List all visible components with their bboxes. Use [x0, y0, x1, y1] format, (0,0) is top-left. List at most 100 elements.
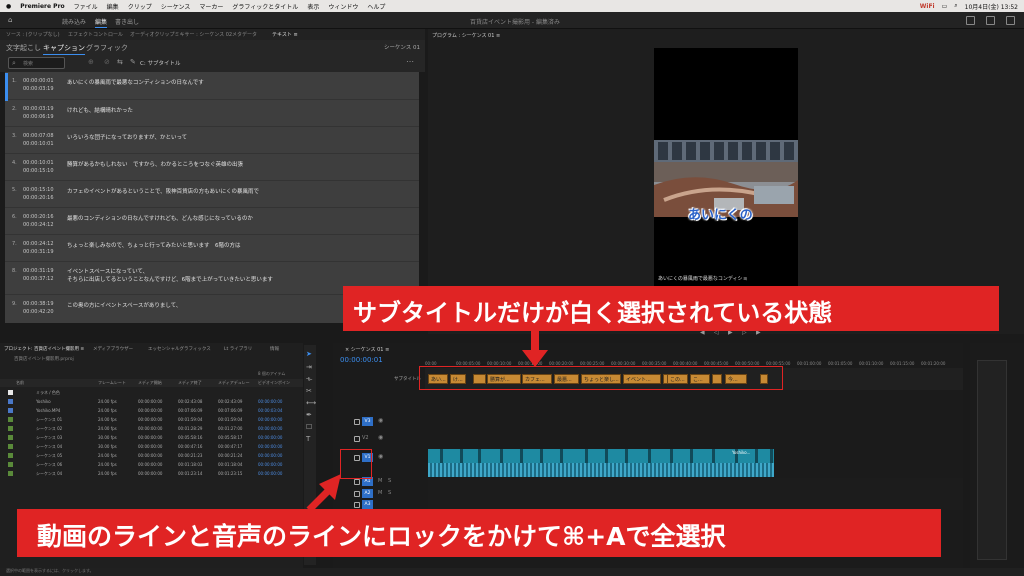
project-row[interactable]: Yoshiko 24.00 fps 00:00:00:00 00:02:43:08 00… — [0, 398, 303, 406]
caption-overlay[interactable]: あいにくの暴風雨で最悪なコンディショ — [658, 275, 748, 282]
tab-libraries[interactable]: Lt ライブラリ — [224, 346, 252, 352]
track-label[interactable]: V2 — [362, 435, 369, 441]
tab-import[interactable]: 読み込み — [62, 17, 86, 26]
style-icon[interactable]: ✎ — [130, 58, 136, 66]
home-icon[interactable]: ⌂ — [8, 16, 12, 24]
caption-text[interactable]: けれども、結構晴れかった — [67, 106, 133, 114]
tab-graphics[interactable]: グラフィック — [86, 43, 128, 53]
column-media-start[interactable]: メディア開始 — [138, 380, 162, 386]
ripple-edit-tool-icon[interactable]: ⟛ — [306, 376, 314, 383]
caption-row[interactable]: 7. 00:00:24:12 00:00:31:19 ちょっと楽しみなので、ちょ… — [5, 235, 419, 262]
program-monitor-tab[interactable]: プログラム : シーケンス 01 ≡ — [432, 32, 500, 39]
caption-row[interactable]: 6. 00:00:20:16 00:00:24:12 最悪のコンディションの日な… — [5, 208, 419, 235]
track-selector[interactable]: C: サブタイトル — [140, 59, 180, 67]
caption-out[interactable]: 00:00:06:19 — [23, 114, 54, 120]
item-name[interactable]: シーケンス 03 — [36, 435, 62, 441]
lock-icon[interactable] — [354, 491, 360, 497]
razor-tool-icon[interactable]: ✂ — [306, 388, 314, 395]
tab-audio-mixer[interactable]: オーディオクリップミキサー : シーケンス 02 — [130, 31, 232, 38]
caption-text[interactable]: イベントスペースになっていて、 — [67, 267, 148, 275]
tab-edit[interactable]: 編集 — [95, 17, 108, 28]
project-row[interactable]: ミラネ / 色色 — [0, 389, 303, 397]
caption-row[interactable]: 4. 00:00:10:01 00:00:15:10 勝算があるかもしれない で… — [5, 154, 419, 181]
item-name[interactable]: シーケンス 06 — [36, 462, 62, 468]
menu-clip[interactable]: クリップ — [128, 2, 152, 11]
caption-in[interactable]: 00:00:20:16 — [23, 214, 54, 220]
project-row[interactable]: Yoshiko.MP4 24.00 fps 00:00:00:00 00:07:06:… — [0, 407, 303, 415]
tab-source[interactable]: ソース : (クリップなし) — [6, 31, 60, 38]
project-row[interactable]: シーケンス 05 24.00 fps 00:00:00:00 00:00:21:23 0… — [0, 452, 303, 460]
tab-project[interactable]: プロジェクト: 百貨店イベント撮影用 ≡ — [4, 346, 84, 352]
caption-row[interactable]: 2. 00:00:03:19 00:00:06:19 けれども、結構晴れかった — [5, 100, 419, 127]
tab-info[interactable]: 情報 — [270, 346, 279, 352]
menu-sequence[interactable]: シーケンス — [161, 2, 191, 11]
mute-icon[interactable]: M — [378, 478, 382, 484]
project-row[interactable]: シーケンス 01 24.00 fps 00:00:00:00 00:01:59:04 0… — [0, 416, 303, 424]
track-label[interactable]: A3 — [362, 500, 373, 509]
caption-in[interactable]: 00:00:31:19 — [23, 268, 54, 274]
item-name[interactable]: Yoshiko — [36, 399, 51, 404]
caption-row[interactable]: 3. 00:00:07:08 00:00:10:01 いろいろな団子になっており… — [5, 127, 419, 154]
item-name[interactable]: シーケンス 02 — [36, 426, 62, 432]
timeline-tab[interactable]: × シーケンス 01 ≡ — [345, 346, 389, 353]
track-header-v2[interactable]: V2 ◉ — [340, 434, 426, 444]
menu-marker[interactable]: マーカー — [199, 2, 223, 11]
project-row[interactable]: シーケンス 03 30.00 fps 00:00:00:00 00:05:58:16 0… — [0, 434, 303, 442]
caption-in[interactable]: 00:00:24:12 — [23, 241, 54, 247]
menu-graphics[interactable]: グラフィックとタイトル — [232, 2, 298, 11]
item-name[interactable]: シーケンス 01 — [36, 417, 62, 423]
audio-clip-a1[interactable] — [428, 463, 774, 477]
item-name[interactable]: Yoshiko.MP4 — [36, 408, 60, 413]
caption-text[interactable]: あいにくの暴風雨で最悪なコンディションの日なんです — [67, 78, 204, 86]
fullscreen-icon[interactable] — [1006, 16, 1015, 25]
audio-lanes[interactable] — [428, 478, 963, 510]
mute-icon[interactable]: M — [378, 490, 382, 496]
project-row[interactable]: シーケンス 06 24.00 fps 00:00:00:00 00:01:18:03 0… — [0, 461, 303, 469]
caption-out[interactable]: 00:00:03:19 — [23, 86, 54, 92]
tab-media-browser[interactable]: メディアブラウザー — [93, 346, 133, 352]
column-duration[interactable]: メディアデュレー — [218, 380, 250, 386]
caption-in[interactable]: 00:00:10:01 — [23, 160, 54, 166]
project-row[interactable]: シーケンス 04 24.00 fps 00:00:00:00 00:01:23:14 0… — [0, 470, 303, 478]
lock-icon[interactable] — [354, 479, 360, 485]
apple-icon[interactable]: ● — [6, 3, 11, 10]
split-caption-icon[interactable]: ⊘ — [104, 58, 110, 66]
caption-text-line2[interactable]: そちらに出店してるということなんですけど、6階まで上がっていきたいと思います — [67, 275, 273, 283]
caption-out[interactable]: 00:00:20:16 — [23, 195, 54, 201]
item-name[interactable]: シーケンス 04 — [36, 444, 62, 450]
filter-icon[interactable]: ⊕ — [88, 58, 94, 66]
caption-row[interactable]: 5. 00:00:15:10 00:00:20:16 カフェのイベントがあるとい… — [5, 181, 419, 208]
track-label[interactable]: V3 — [362, 417, 373, 426]
caption-in[interactable]: 00:00:07:08 — [23, 133, 54, 139]
tab-transcript[interactable]: 文字起こし — [6, 43, 41, 53]
tab-essential-graphics[interactable]: エッセンシャルグラフィックス — [148, 346, 211, 352]
caption-out[interactable]: 00:00:42:20 — [23, 309, 54, 315]
type-tool-icon[interactable]: T — [306, 436, 314, 443]
slip-tool-icon[interactable]: ⟷ — [306, 400, 316, 407]
lock-icon[interactable] — [354, 419, 360, 425]
menu-help[interactable]: ヘルプ — [367, 2, 385, 11]
caption-text[interactable]: 勝算があるかもしれない ですから、わかるところをつなぐ英雄の出張 — [67, 160, 243, 168]
selection-tool-icon[interactable]: ➤ — [306, 351, 314, 358]
project-row[interactable]: シーケンス 04 30.00 fps 00:00:00:00 00:00:47:16 0… — [0, 443, 303, 451]
caption-out[interactable]: 00:00:31:19 — [23, 249, 54, 255]
datetime[interactable]: 10月4日(金) 13:52 — [965, 2, 1018, 11]
column-video-in[interactable]: ビデオインポイン — [258, 380, 290, 386]
caption-out[interactable]: 00:00:10:01 — [23, 141, 54, 147]
column-name[interactable]: 名前 — [16, 380, 24, 386]
menu-window[interactable]: ウィンドウ — [328, 2, 358, 11]
menu-file[interactable]: ファイル — [74, 2, 98, 11]
caption-in[interactable]: 00:00:15:10 — [23, 187, 54, 193]
workspaces-icon[interactable] — [966, 16, 975, 25]
track-header-v3[interactable]: V3 ◉ — [340, 417, 426, 427]
more-options-icon[interactable]: ⋯ — [406, 57, 414, 66]
search-input[interactable]: ⌕ 検索 — [8, 57, 65, 69]
caption-out[interactable]: 00:00:15:10 — [23, 168, 54, 174]
track-select-tool-icon[interactable]: ⇥ — [306, 364, 314, 371]
caption-in[interactable]: 00:00:00:01 — [23, 78, 54, 84]
eye-icon[interactable]: ◉ — [378, 417, 383, 424]
app-menu[interactable]: Premiere Pro — [20, 3, 64, 10]
tab-text[interactable]: テキスト ≡ — [272, 31, 298, 38]
item-name[interactable]: シーケンス 04 — [36, 471, 62, 477]
caption-text[interactable]: カフェのイベントがあるということで、阪神百貨店の方もあいにくの暴風雨で — [67, 187, 259, 195]
